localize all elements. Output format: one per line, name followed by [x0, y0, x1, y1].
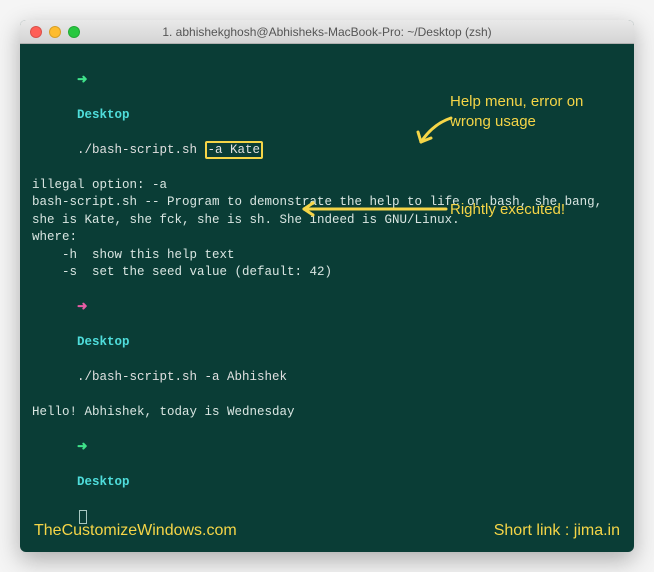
- annotation-help-menu: Help menu, error on wrong usage: [450, 92, 620, 131]
- cwd-label: Desktop: [77, 108, 130, 122]
- close-icon[interactable]: [30, 26, 42, 38]
- command-text: ./bash-script.sh -a Abhishek: [77, 370, 287, 384]
- cwd-label: Desktop: [77, 335, 130, 349]
- annotation-rightly-executed: Rightly executed!: [450, 200, 630, 220]
- output-line: -s set the seed value (default: 42): [32, 264, 622, 282]
- highlighted-argument: -a Kate: [205, 141, 264, 159]
- footer: TheCustomizeWindows.com Short link : jim…: [20, 512, 634, 552]
- annotation-arrow-icon: [298, 201, 448, 217]
- prompt-arrow-icon: ➜: [77, 300, 87, 314]
- annotation-arrow-icon: [415, 114, 455, 150]
- terminal-content[interactable]: ➜ Desktop ./bash-script.sh -a Kate illeg…: [20, 44, 634, 552]
- window-title: 1. abhishekghosh@Abhisheks-MacBook-Pro: …: [20, 25, 634, 39]
- command-text: ./bash-script.sh: [77, 143, 205, 157]
- output-line: where:: [32, 229, 622, 247]
- titlebar: 1. abhishekghosh@Abhisheks-MacBook-Pro: …: [20, 20, 634, 44]
- prompt-arrow-icon: ➜: [77, 73, 87, 87]
- output-line: Hello! Abhishek, today is Wednesday: [32, 404, 622, 422]
- prompt-arrow-icon: ➜: [77, 440, 87, 454]
- output-line: -h show this help text: [32, 247, 622, 265]
- terminal-window: 1. abhishekghosh@Abhisheks-MacBook-Pro: …: [20, 20, 634, 552]
- minimize-icon[interactable]: [49, 26, 61, 38]
- output-line: illegal option: -a: [32, 177, 622, 195]
- prompt-line-2: ➜ Desktop ./bash-script.sh -a Abhishek: [32, 282, 622, 405]
- maximize-icon[interactable]: [68, 26, 80, 38]
- footer-shortlink: Short link : jima.in: [494, 520, 620, 542]
- footer-site: TheCustomizeWindows.com: [34, 520, 237, 542]
- traffic-lights: [30, 26, 80, 38]
- cwd-label: Desktop: [77, 475, 130, 489]
